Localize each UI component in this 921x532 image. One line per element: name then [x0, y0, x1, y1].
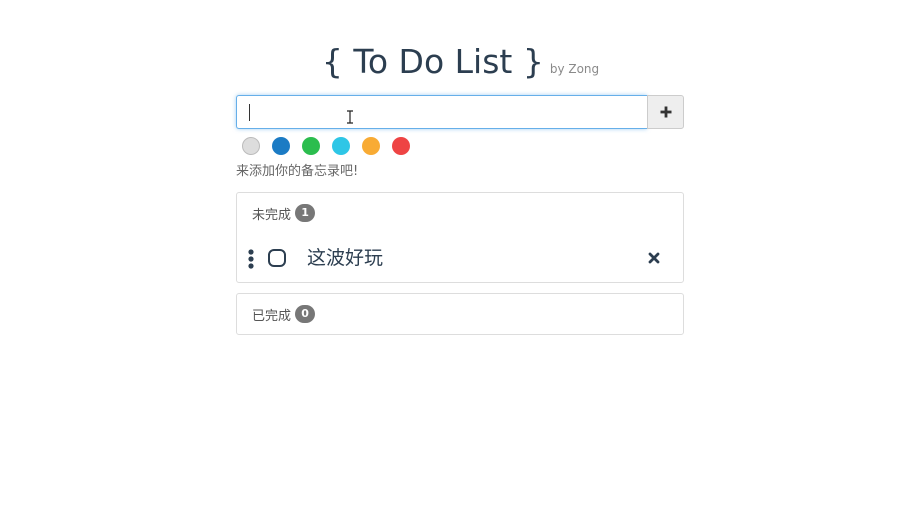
- color-option-3[interactable]: [302, 137, 320, 155]
- header: { To Do List } by Zong: [0, 42, 921, 86]
- color-option-2[interactable]: [272, 137, 290, 155]
- color-option-5[interactable]: [362, 137, 380, 155]
- byline: by Zong: [549, 62, 600, 76]
- done-count-badge: 0: [295, 305, 316, 323]
- plus-icon: [660, 106, 671, 118]
- color-option-4[interactable]: [332, 137, 350, 155]
- text-caret: [249, 104, 250, 121]
- delete-icon[interactable]: [647, 251, 661, 265]
- done-panel: 已完成 0: [236, 293, 684, 335]
- pending-panel: 未完成 1 这波好玩: [236, 192, 684, 283]
- main-container: 来添加你的备忘录吧! 未完成 1 这波好玩 已完成 0: [236, 95, 684, 335]
- done-label: 已完成: [252, 308, 292, 324]
- color-option-1[interactable]: [242, 137, 260, 155]
- pending-heading: 未完成 1: [252, 204, 316, 223]
- input-group: [236, 95, 684, 129]
- add-button[interactable]: [647, 95, 684, 129]
- page-title: { To Do List }: [321, 42, 544, 81]
- pending-label: 未完成: [252, 207, 292, 223]
- drag-handle-icon[interactable]: [248, 249, 254, 269]
- done-heading: 已完成 0: [252, 305, 316, 324]
- hint-text: 来添加你的备忘录吧!: [236, 164, 359, 179]
- color-option-6[interactable]: [392, 137, 410, 155]
- todo-item: 这波好玩: [237, 241, 683, 275]
- todo-checkbox[interactable]: [268, 249, 286, 267]
- pending-count-badge: 1: [295, 204, 316, 222]
- color-picker: [236, 137, 684, 155]
- todo-input[interactable]: [236, 95, 647, 129]
- todo-text[interactable]: 这波好玩: [307, 247, 383, 269]
- todo-app: { To Do List } by Zong 来添加你的备忘录吧! 未完成 1: [0, 0, 921, 532]
